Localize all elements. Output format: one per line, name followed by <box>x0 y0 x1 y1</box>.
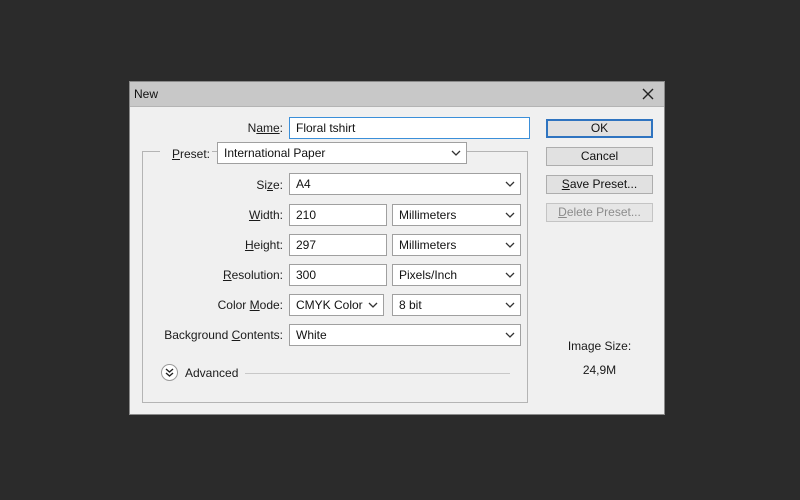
chevron-down-icon <box>368 302 378 308</box>
preset-label: Preset: <box>160 147 212 161</box>
color-mode-label-main: Color <box>217 298 250 312</box>
delete-preset-button: Delete Preset... <box>546 203 653 222</box>
chevron-down-icon <box>451 150 461 156</box>
ok-button[interactable]: OK <box>546 119 653 138</box>
chevron-down-icon <box>505 272 515 278</box>
name-input[interactable]: Floral tshirt <box>289 117 530 139</box>
background-contents-select[interactable]: White <box>289 324 521 346</box>
advanced-divider <box>245 373 510 374</box>
preset-label-underlined: P <box>171 147 180 161</box>
new-document-dialog: New Name: Floral tshirt Preset: Internat… <box>129 81 665 415</box>
color-mode-label-rest: ode: <box>259 298 283 312</box>
preset-value: International Paper <box>224 146 326 160</box>
name-label-main: N <box>247 121 257 135</box>
chevron-down-icon <box>505 302 515 308</box>
width-label-underlined: W <box>248 208 261 222</box>
background-label-underlined: C <box>231 328 241 342</box>
chevron-down-icon <box>505 332 515 338</box>
advanced-label[interactable]: Advanced <box>185 366 238 380</box>
height-label-underlined: H <box>244 238 254 252</box>
height-input[interactable]: 297 <box>289 234 387 256</box>
resolution-unit-value: Pixels/Inch <box>399 268 458 282</box>
color-mode-select[interactable]: CMYK Color <box>289 294 384 316</box>
width-input[interactable]: 210 <box>289 204 387 226</box>
chevron-down-icon <box>505 212 515 218</box>
height-unit-select[interactable]: Millimeters <box>392 234 521 256</box>
close-icon[interactable] <box>638 84 658 104</box>
background-label-rest: ontents: <box>240 328 283 342</box>
name-label-tail: : <box>279 121 283 135</box>
background-contents-label: Background Contents: <box>150 328 283 342</box>
height-label-rest: eight: <box>253 238 283 252</box>
chevron-down-icon <box>505 242 515 248</box>
color-mode-value: CMYK Color <box>296 298 363 312</box>
preset-label-rest: reset: <box>179 147 210 161</box>
resolution-label-underlined: R <box>222 268 232 282</box>
resolution-unit-select[interactable]: Pixels/Inch <box>392 264 521 286</box>
chevron-down-icon <box>505 181 515 187</box>
preset-select[interactable]: International Paper <box>217 142 467 164</box>
bit-depth-select[interactable]: 8 bit <box>392 294 521 316</box>
image-size-label: Image Size: <box>567 339 632 353</box>
name-label-underlined: ame <box>256 121 280 135</box>
delete-preset-rest: elete Preset... <box>566 205 641 219</box>
background-contents-value: White <box>296 328 327 342</box>
height-label: Height: <box>190 238 283 252</box>
delete-preset-underlined: D <box>558 205 567 219</box>
double-chevron-down-icon <box>165 368 174 377</box>
size-label-main: Si <box>256 178 267 192</box>
background-label-main: Background <box>164 328 232 342</box>
size-label-tail: e: <box>272 178 283 192</box>
save-preset-rest: ave Preset... <box>569 177 638 191</box>
bit-depth-value: 8 bit <box>399 298 422 312</box>
resolution-label: Resolution: <box>190 268 283 282</box>
width-unit-value: Millimeters <box>399 208 457 222</box>
height-unit-value: Millimeters <box>399 238 457 252</box>
size-label: Size: <box>190 178 283 192</box>
name-label: Name: <box>190 121 283 135</box>
resolution-input[interactable]: 300 <box>289 264 387 286</box>
size-value: A4 <box>296 177 311 191</box>
resolution-label-rest: esolution: <box>231 268 283 282</box>
save-preset-underlined: S <box>561 177 570 191</box>
title-bar: New <box>130 82 664 107</box>
width-unit-select[interactable]: Millimeters <box>392 204 521 226</box>
color-mode-label: Color Mode: <box>170 298 283 312</box>
color-mode-label-underlined: M <box>249 298 260 312</box>
cancel-button[interactable]: Cancel <box>546 147 653 166</box>
close-icon-glyph <box>642 88 654 100</box>
dialog-title: New <box>134 87 159 101</box>
size-select[interactable]: A4 <box>289 173 521 195</box>
width-label-rest: idth: <box>260 208 283 222</box>
image-size-value: 24,9M <box>582 363 617 377</box>
save-preset-button[interactable]: Save Preset... <box>546 175 653 194</box>
advanced-toggle-button[interactable] <box>161 364 178 381</box>
width-label: Width: <box>190 208 283 222</box>
